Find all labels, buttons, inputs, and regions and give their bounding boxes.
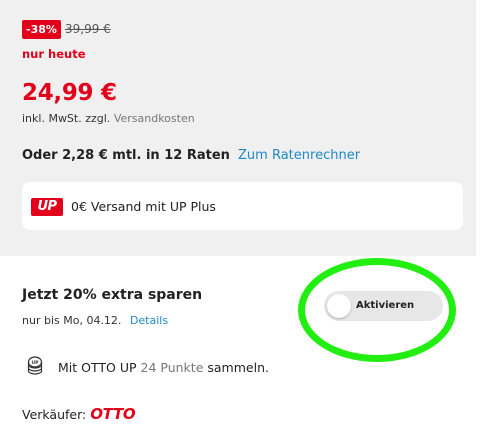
- current-price: 24,99 €: [22, 80, 117, 106]
- shipping-costs-link[interactable]: Versandkosten: [114, 112, 195, 125]
- vat-info: inkl. MwSt. zzgl. Versandkosten: [22, 112, 195, 125]
- points-suffix: sammeln.: [207, 360, 269, 375]
- installment-info: Oder 2,28 € mtl. in 12 Raten Zum Ratenre…: [22, 148, 360, 163]
- right-edge: [476, 0, 480, 429]
- seller-logo[interactable]: OTTO: [90, 405, 135, 423]
- seller-info: Verkäufer: OTTO: [22, 405, 136, 423]
- seller-label: Verkäufer:: [22, 407, 87, 422]
- discount-badge: -38%: [22, 20, 61, 39]
- svg-text:UP: UP: [32, 360, 40, 366]
- extra-saving-title: Jetzt 20% extra sparen: [22, 287, 203, 303]
- details-link[interactable]: Details: [130, 314, 168, 327]
- toggle-label: Aktivieren: [356, 300, 415, 311]
- points-count: 24 Punkte: [140, 360, 204, 375]
- up-plus-text: 0€ Versand mit UP Plus: [71, 199, 216, 214]
- up-logo-icon: UP: [31, 198, 63, 216]
- installment-calculator-link[interactable]: Zum Ratenrechner: [238, 148, 360, 163]
- points-text: Mit OTTO UP 24 Punkte sammeln.: [58, 360, 269, 375]
- extra-saving-validity: nur bis Mo, 04.12. Details: [22, 314, 168, 327]
- coin-stack-icon: UP: [27, 356, 43, 375]
- activate-toggle[interactable]: Aktivieren: [324, 291, 443, 321]
- up-plus-card[interactable]: UP 0€ Versand mit UP Plus: [22, 182, 463, 230]
- today-only-label: nur heute: [22, 47, 86, 61]
- validity-text: nur bis Mo, 04.12.: [22, 314, 122, 327]
- old-price: 39,99 €: [65, 22, 111, 36]
- points-prefix: Mit OTTO UP: [58, 360, 137, 375]
- installment-text: Oder 2,28 € mtl. in 12 Raten: [22, 148, 230, 163]
- vat-text: inkl. MwSt. zzgl.: [22, 112, 111, 125]
- toggle-knob: [327, 294, 351, 318]
